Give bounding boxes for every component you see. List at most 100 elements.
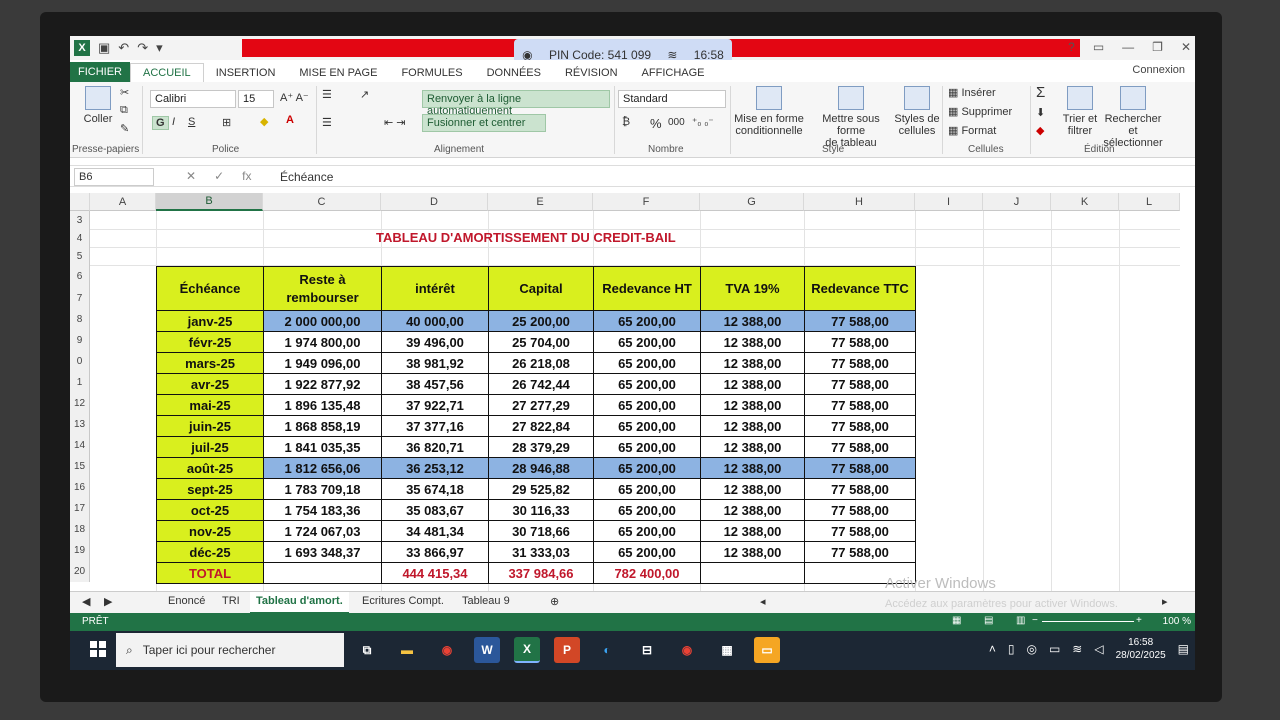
minimize-icon[interactable]: — xyxy=(1122,40,1134,54)
row-header[interactable]: 1 xyxy=(70,372,90,393)
paste-button[interactable]: Coller xyxy=(78,86,118,125)
header-cell[interactable]: intérêt xyxy=(381,266,489,311)
table-cell[interactable]: 65 200,00 xyxy=(593,415,701,437)
table-cell[interactable]: 1 841 035,35 xyxy=(263,436,382,458)
worksheet-grid[interactable]: A B C D E F G H I J K L 3 4 5 6 7 8 9 0 … xyxy=(70,193,1180,591)
table-cell[interactable]: 12 388,00 xyxy=(700,415,805,437)
table-cell[interactable] xyxy=(700,562,805,584)
sheet-nav-prev-icon[interactable]: ◀ xyxy=(76,595,96,608)
date-cell[interactable]: déc-25 xyxy=(156,541,264,563)
date-cell[interactable]: nov-25 xyxy=(156,520,264,542)
cancel-icon[interactable]: ✕ xyxy=(186,169,196,183)
header-cell[interactable]: Reste à rembourser xyxy=(263,266,382,311)
redo-icon[interactable]: ↷ xyxy=(137,40,148,56)
font-size-select[interactable]: 15 xyxy=(238,90,274,108)
italic-button[interactable]: I xyxy=(172,116,175,128)
table-cell[interactable]: 1 812 656,06 xyxy=(263,457,382,479)
sheet-tab-ecritures[interactable]: Ecritures Compt. xyxy=(356,595,450,607)
wrap-text-button[interactable]: Renvoyer à la ligne automatiquement xyxy=(422,90,610,117)
wifi-tray-icon[interactable]: ≋ xyxy=(1072,642,1082,656)
table-cell[interactable]: 1 693 348,37 xyxy=(263,541,382,563)
currency-icon[interactable]: ₿ xyxy=(622,116,630,128)
tab-review[interactable]: RÉVISION xyxy=(553,64,630,82)
table-cell[interactable]: 36 820,71 xyxy=(381,436,489,458)
format-cells-button[interactable]: ▦ Format xyxy=(948,124,996,137)
decimal-icon[interactable]: ⁺₀ ₀⁻ xyxy=(692,117,714,128)
sheet-nav-next-icon[interactable]: ▶ xyxy=(98,595,118,608)
table-cell[interactable]: 12 388,00 xyxy=(700,373,805,395)
table-cell[interactable]: 77 588,00 xyxy=(804,457,916,479)
table-cell[interactable]: 77 588,00 xyxy=(804,499,916,521)
table-cell[interactable]: 40 000,00 xyxy=(381,310,489,332)
table-cell[interactable]: 77 588,00 xyxy=(804,331,916,353)
table-cell[interactable]: 27 822,84 xyxy=(488,415,594,437)
table-cell[interactable] xyxy=(263,562,382,584)
page-break-view-icon[interactable]: ▥ xyxy=(1016,615,1025,626)
date-cell[interactable]: avr-25 xyxy=(156,373,264,395)
date-cell[interactable]: août-25 xyxy=(156,457,264,479)
row-header[interactable]: 16 xyxy=(70,477,90,498)
header-cell[interactable]: Redevance HT xyxy=(593,266,701,311)
table-cell[interactable]: 65 200,00 xyxy=(593,352,701,374)
taskbar-search[interactable]: ⌕ Taper ici pour rechercher xyxy=(116,633,344,667)
table-cell[interactable]: 37 377,16 xyxy=(381,415,489,437)
table-cell[interactable]: 65 200,00 xyxy=(593,499,701,521)
tab-data[interactable]: DONNÉES xyxy=(475,64,553,82)
column-header[interactable]: F xyxy=(593,193,700,211)
chrome-profile-icon[interactable]: ◉ xyxy=(674,637,700,663)
table-cell[interactable]: 12 388,00 xyxy=(700,457,805,479)
table-cell[interactable]: 39 496,00 xyxy=(381,331,489,353)
total-redevance-ht[interactable]: 782 400,00 xyxy=(593,562,701,584)
row-header[interactable]: 4 xyxy=(70,229,90,247)
table-cell[interactable]: 77 588,00 xyxy=(804,541,916,563)
table-cell[interactable]: 77 588,00 xyxy=(804,352,916,374)
file-explorer-icon[interactable]: ▬ xyxy=(394,637,420,663)
conditional-format-button[interactable]: Mise en forme conditionnelle xyxy=(734,86,804,137)
align-top-icon[interactable]: ☰ xyxy=(322,88,332,101)
sheet-tab-tri[interactable]: TRI xyxy=(216,595,246,607)
orientation-icon[interactable]: ↗ xyxy=(360,88,369,101)
table-cell[interactable]: 36 253,12 xyxy=(381,457,489,479)
row-header[interactable]: 8 xyxy=(70,309,90,330)
row-header[interactable]: 17 xyxy=(70,498,90,519)
page-layout-view-icon[interactable]: ▤ xyxy=(984,615,993,626)
row-header[interactable]: 5 xyxy=(70,247,90,265)
excel-taskbar-icon[interactable]: X xyxy=(514,637,540,663)
table-cell[interactable]: 38 457,56 xyxy=(381,373,489,395)
table-cell[interactable]: 12 388,00 xyxy=(700,520,805,542)
table-cell[interactable]: 33 866,97 xyxy=(381,541,489,563)
sheet-title[interactable]: TABLEAU D'AMORTISSEMENT DU CREDIT-BAIL xyxy=(376,230,676,245)
table-cell[interactable]: 1 896 135,48 xyxy=(263,394,382,416)
column-header[interactable]: G xyxy=(700,193,804,211)
tab-view[interactable]: AFFICHAGE xyxy=(630,64,717,82)
table-cell[interactable]: 77 588,00 xyxy=(804,394,916,416)
row-header[interactable]: 18 xyxy=(70,519,90,540)
restore-icon[interactable]: ❐ xyxy=(1152,40,1163,54)
table-cell[interactable]: 77 588,00 xyxy=(804,436,916,458)
tab-formulas[interactable]: FORMULES xyxy=(389,64,474,82)
taskbar-clock[interactable]: 16:58 28/02/2025 xyxy=(1116,636,1166,662)
edge-icon[interactable]: ◐ xyxy=(594,637,620,663)
table-cell[interactable]: 26 742,44 xyxy=(488,373,594,395)
table-cell[interactable]: 25 200,00 xyxy=(488,310,594,332)
row-header[interactable]: 13 xyxy=(70,414,90,435)
sheet-tab-tableau-amort[interactable]: Tableau d'amort. xyxy=(250,592,349,614)
select-all-corner[interactable] xyxy=(70,193,90,211)
bold-button[interactable]: G xyxy=(152,116,169,130)
date-cell[interactable]: févr-25 xyxy=(156,331,264,353)
clear-icon[interactable]: ◆ xyxy=(1036,124,1044,137)
header-cell[interactable]: Échéance xyxy=(156,266,264,311)
zoom-slider[interactable] xyxy=(1042,621,1134,622)
date-cell[interactable]: oct-25 xyxy=(156,499,264,521)
column-header[interactable]: K xyxy=(1051,193,1119,211)
table-cell[interactable]: 28 946,88 xyxy=(488,457,594,479)
table-cell[interactable]: 28 379,29 xyxy=(488,436,594,458)
copy-icon[interactable]: ⧉ xyxy=(120,104,128,117)
format-painter-icon[interactable]: ✎ xyxy=(120,122,129,135)
row-header[interactable]: 7 xyxy=(70,287,90,309)
table-cell[interactable]: 30 718,66 xyxy=(488,520,594,542)
table-cell[interactable]: 37 922,71 xyxy=(381,394,489,416)
column-header[interactable]: E xyxy=(488,193,593,211)
column-header[interactable]: D xyxy=(381,193,488,211)
powerpoint-icon[interactable]: P xyxy=(554,637,580,663)
